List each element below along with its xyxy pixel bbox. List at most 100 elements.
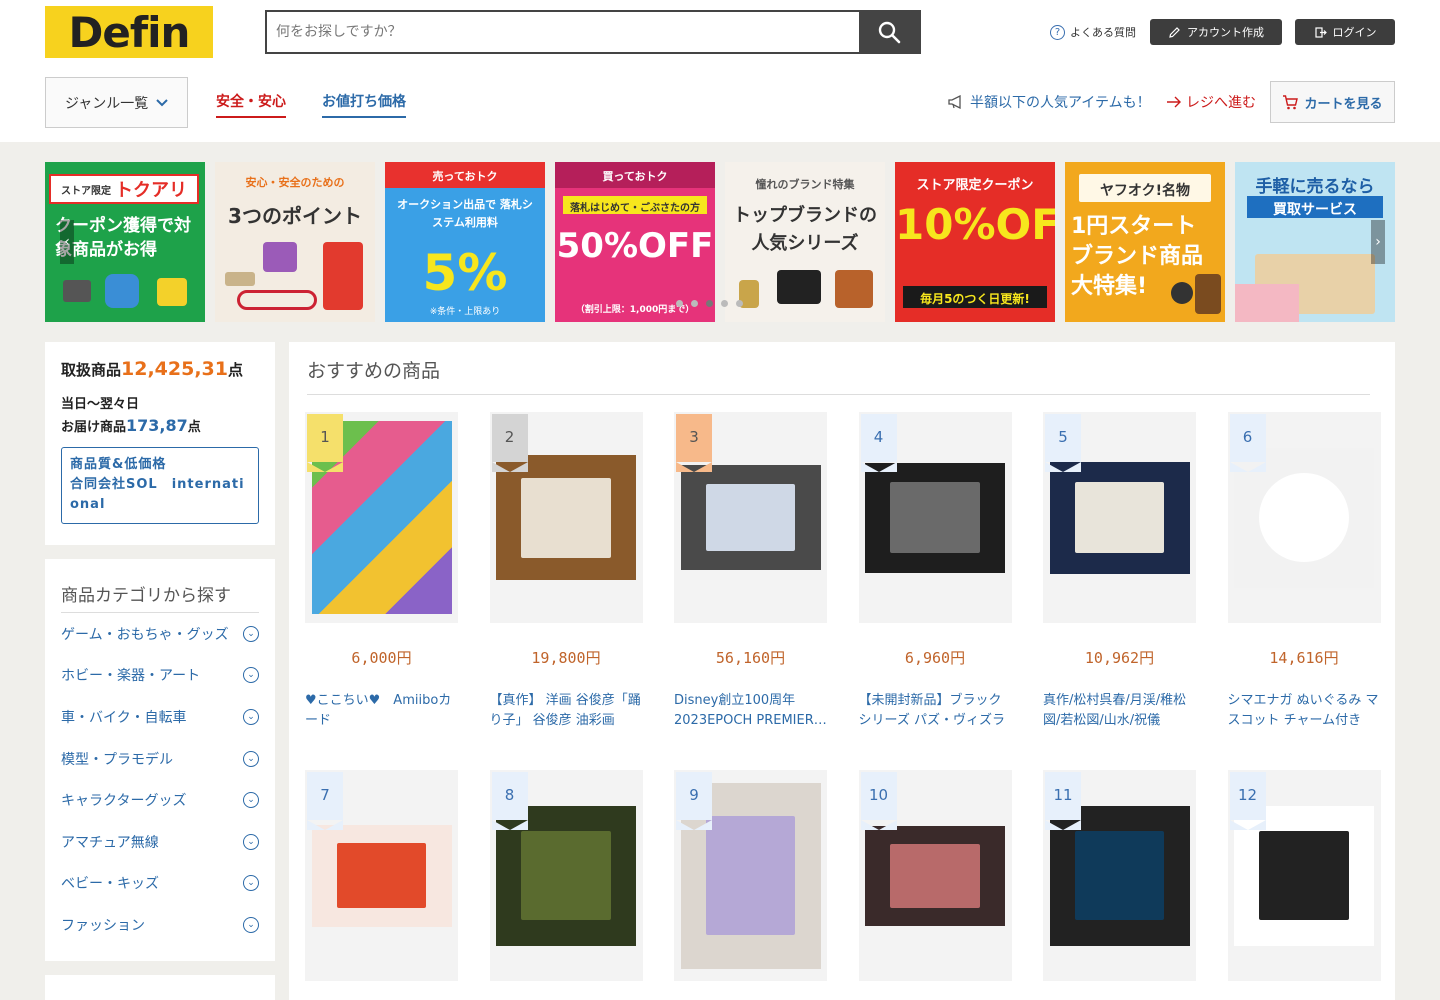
banner-brands[interactable]: 憧れのブランド特集 トップブランドの 人気シリーズ xyxy=(725,162,885,322)
arrow-right-icon xyxy=(1167,96,1181,108)
product-name[interactable]: 真作/松村呉春/月渓/稚松図/若松図/山水/祝儀 xyxy=(1043,691,1196,731)
banner-text: 手軽に売るなら xyxy=(1255,177,1375,197)
carousel-dot[interactable] xyxy=(676,300,683,307)
chevron-down-icon: ⌄ xyxy=(243,833,259,850)
product-name[interactable]: Disney創立100周年 2023EPOCH PREMIER EDITION xyxy=(674,691,827,731)
site-logo[interactable]: Defin xyxy=(45,6,213,58)
banner-text: 5% xyxy=(422,244,508,302)
product-name[interactable]: 【未開封新品】ブラックシリーズ パズ・ヴィズラ xyxy=(859,691,1012,731)
faq-label: よくある質問 xyxy=(1070,26,1136,39)
banner-text: オークション出品で 落札システム利用料 xyxy=(397,198,533,229)
product-image[interactable] xyxy=(865,462,1005,573)
product-card[interactable]: 11 xyxy=(1043,770,1196,981)
product-image-detail xyxy=(1074,830,1165,921)
megaphone-icon xyxy=(948,95,961,109)
carousel-prev-button[interactable]: ‹ xyxy=(60,220,74,264)
product-image-frame: 9 xyxy=(674,770,827,981)
login-button[interactable]: ログイン xyxy=(1295,19,1395,45)
product-name[interactable]: 【真作】 洋画 谷俊彦「踊り子」 谷俊彦 油彩画 xyxy=(490,691,643,731)
category-item[interactable]: キャラクターグッズ ⌄ xyxy=(61,779,259,821)
cart-button[interactable]: カートを見る xyxy=(1270,81,1395,123)
product-card[interactable]: 10 xyxy=(858,770,1012,981)
search-input[interactable] xyxy=(267,12,859,52)
product-card[interactable]: 6 14,616円 シマエナガ ぬいぐるみ マスコット チャーム付き xyxy=(1227,412,1381,731)
product-price: 6,960円 xyxy=(904,649,966,667)
carousel-dots xyxy=(676,300,743,307)
category-label: 車・バイク・自転車 xyxy=(61,709,187,726)
product-name[interactable]: シマエナガ ぬいぐるみ マスコット チャーム付き xyxy=(1228,691,1381,731)
faq-link[interactable]: ? よくある質問 xyxy=(1050,24,1136,40)
category-item[interactable]: 模型・プラモデル ⌄ xyxy=(61,738,259,780)
chevron-down-icon: ⌄ xyxy=(243,875,259,892)
total-value: 12,425,31 xyxy=(121,358,228,380)
product-image-detail xyxy=(336,842,427,909)
category-label: 模型・プラモデル xyxy=(61,751,173,768)
product-price: 6,000円 xyxy=(351,649,412,667)
store-link[interactable]: 商品質&低価格 合同会社SOL international xyxy=(61,447,259,524)
product-card[interactable]: 1 6,000円 ♥ここちい♥ Amiiboカード xyxy=(305,412,458,731)
carousel-next-button[interactable]: › xyxy=(1371,220,1385,264)
product-image[interactable] xyxy=(311,824,452,927)
category-label: アマチュア無線 xyxy=(61,834,159,851)
rank-badge: 12 xyxy=(1229,772,1266,830)
product-name[interactable]: ♥ここちい♥ Amiiboカード xyxy=(305,691,458,731)
nav-safe[interactable]: 安全・安心 xyxy=(216,91,286,118)
login-icon xyxy=(1314,26,1327,38)
category-item[interactable]: アマチュア無線 ⌄ xyxy=(61,821,259,863)
category-item[interactable]: 車・バイク・自転車 ⌄ xyxy=(61,696,259,738)
product-card[interactable]: 7 xyxy=(305,770,458,981)
search-button[interactable] xyxy=(859,12,919,52)
banner-sell[interactable]: 売っておトク オークション出品で 落札システム利用料 5% ※条件・上限あり xyxy=(385,162,545,322)
carousel-dot[interactable] xyxy=(736,300,743,307)
rank-badge: 2 xyxy=(491,414,528,472)
banner-text: 買っておトク xyxy=(602,170,668,183)
carousel-dot[interactable] xyxy=(691,300,698,307)
login-label: ログイン xyxy=(1332,26,1377,39)
banner-1yen[interactable]: ヤフオク!名物 1円スタート ブランド商品 大特集! xyxy=(1065,162,1225,322)
genre-label: ジャンル一覧 xyxy=(65,95,149,112)
category-label: ゲーム・おもちゃ・グッズ xyxy=(61,626,229,643)
product-card[interactable]: 4 6,960円【未開封新品】ブラックシリーズ パズ・ヴィズラ xyxy=(858,412,1012,731)
category-item[interactable]: ファッション ⌄ xyxy=(61,904,259,946)
delivery-items: 当日〜翌々日 お届け商品173,87点 xyxy=(61,394,259,438)
carousel-dot-active[interactable] xyxy=(706,300,713,307)
category-item[interactable]: ゲーム・おもちゃ・グッズ ⌄ xyxy=(61,613,259,655)
category-title: 商品カテゴリから探す xyxy=(61,581,259,613)
product-card[interactable]: 2 19,800円 【真作】 洋画 谷俊彦「踊り子」 谷俊彦 油彩画 xyxy=(489,412,643,731)
banner-coupon10[interactable]: ストア限定クーポン 10%OFF 毎月5のつく日更新! xyxy=(895,162,1055,322)
rank-badge: 3 xyxy=(676,414,712,472)
banner-text: ※条件・上限あり xyxy=(429,307,501,317)
sidebar-panel xyxy=(45,975,275,1000)
create-account-label: アカウント作成 xyxy=(1187,26,1264,39)
banner-text: ストア限定クーポン xyxy=(916,178,1034,193)
checkout-link[interactable]: レジへ進む xyxy=(1166,92,1256,112)
rank-badge: 9 xyxy=(676,772,712,830)
product-card[interactable]: 5 10,962円 真作/松村呉春/月渓/稚松図/若松図/山水/祝儀 xyxy=(1043,412,1196,731)
product-image[interactable] xyxy=(1049,461,1190,574)
product-image[interactable] xyxy=(865,825,1005,926)
rank-badge: 8 xyxy=(491,772,528,830)
product-image-detail xyxy=(1259,472,1349,563)
product-image[interactable] xyxy=(680,465,821,570)
product-card[interactable]: 3 56,160円 Disney創立100周年 2023EPOCH PREMIER … xyxy=(674,412,827,731)
product-image[interactable] xyxy=(496,455,636,580)
category-item[interactable]: ホビー・楽器・アート ⌄ xyxy=(61,655,259,697)
banner-3points[interactable]: 安心・安全のための 3つのポイント xyxy=(215,162,375,322)
product-card[interactable]: 12 xyxy=(1227,770,1381,981)
promo-link[interactable]: 半額以下の人気アイテムも！ xyxy=(948,92,1151,112)
category-item[interactable]: ベビー・キッズ ⌄ xyxy=(61,863,259,905)
genre-dropdown[interactable]: ジャンル一覧 xyxy=(45,77,188,128)
product-image-detail xyxy=(890,482,980,553)
product-price: 14,616円 xyxy=(1269,649,1339,667)
delivery-unit: 点 xyxy=(187,420,201,435)
nav-deals[interactable]: お値打ち価格 xyxy=(322,91,406,118)
product-image-frame: 7 xyxy=(305,770,458,981)
product-card[interactable]: 9 xyxy=(674,770,827,981)
create-account-button[interactable]: アカウント作成 xyxy=(1150,19,1282,45)
category-label: ファッション xyxy=(61,917,145,934)
product-card[interactable]: 8 xyxy=(489,770,643,981)
rank-badge: 4 xyxy=(860,414,897,472)
banner-buy[interactable]: 買っておトク 落札はじめて・ごぶさたの方 50%OFF （割引上限：1,000円… xyxy=(555,162,715,322)
carousel-dot[interactable] xyxy=(721,300,728,307)
store-tagline: 商品質&低価格 xyxy=(70,457,167,472)
